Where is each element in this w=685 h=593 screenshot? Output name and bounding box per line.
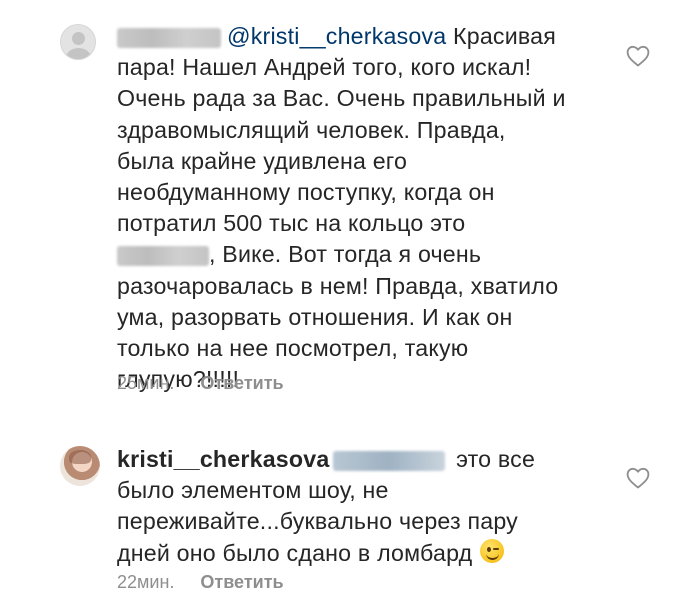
comment-text: ума, разорвать отношения. И как он	[117, 303, 513, 330]
blurred-mention	[333, 450, 446, 471]
avatar-head-shape	[72, 32, 85, 45]
blurred-username[interactable]	[117, 27, 221, 48]
comment-text: Очень рада за Вас. Очень правильный и	[117, 85, 566, 112]
heart-outline-icon[interactable]	[626, 467, 650, 489]
comment-line: , Вике. Вот тогда я очень	[117, 239, 587, 270]
comment-timestamp[interactable]: 22мин.	[117, 572, 174, 592]
avatar-body-shape	[66, 48, 91, 59]
comment-line: дней оно было сдано в ломбард	[117, 538, 587, 569]
comment-text: потратил 500 тыс на кольцо это	[117, 210, 466, 237]
blurred-mention	[117, 246, 209, 267]
comment-line: @kristi__cherkasova Красивая	[117, 21, 587, 52]
comment-2: kristi__cherkasova это все было элементо…	[117, 444, 587, 569]
comment-text: только на нее посмотрел, такую	[117, 335, 469, 362]
comment-text: это все	[456, 446, 536, 472]
comment-text: Красивая	[453, 23, 556, 49]
mention-link[interactable]: @kristi__cherkasova	[227, 23, 446, 49]
comment-1: @kristi__cherkasova Красивая пара! Нашел…	[117, 21, 587, 395]
reply-button[interactable]: Ответить	[200, 572, 283, 592]
reply-button[interactable]: Ответить	[200, 373, 283, 393]
comment-text: здравомыслящий человек. Правда,	[117, 116, 506, 143]
comment-timestamp[interactable]: 25мин.	[117, 373, 174, 393]
comment-text: , Вике. Вот тогда я очень	[209, 241, 482, 268]
avatar[interactable]	[60, 446, 100, 486]
avatar-default[interactable]	[60, 24, 96, 60]
comment-line: kristi__cherkasova это все	[117, 444, 587, 475]
comment-text: была крайне удивлена его	[117, 147, 408, 174]
comment-text: дней оно было сдано в ломбард	[117, 539, 473, 566]
comment-meta: 25мин. Ответить	[117, 373, 284, 394]
winking-face-emoji	[480, 539, 505, 564]
comment-text: разочаровалась в нем! Правда, хватило	[117, 272, 559, 299]
heart-outline-icon[interactable]	[626, 45, 650, 67]
comment-text: пара! Нашел Андрей того, кого искал!	[117, 54, 532, 81]
comment-text: было элементом шоу, не	[117, 477, 389, 504]
comment-username[interactable]: kristi__cherkasova	[117, 446, 329, 472]
comment-text: необдуманному поступку, когда он	[117, 179, 495, 206]
comment-text: переживайте...буквально через пару	[117, 508, 518, 535]
